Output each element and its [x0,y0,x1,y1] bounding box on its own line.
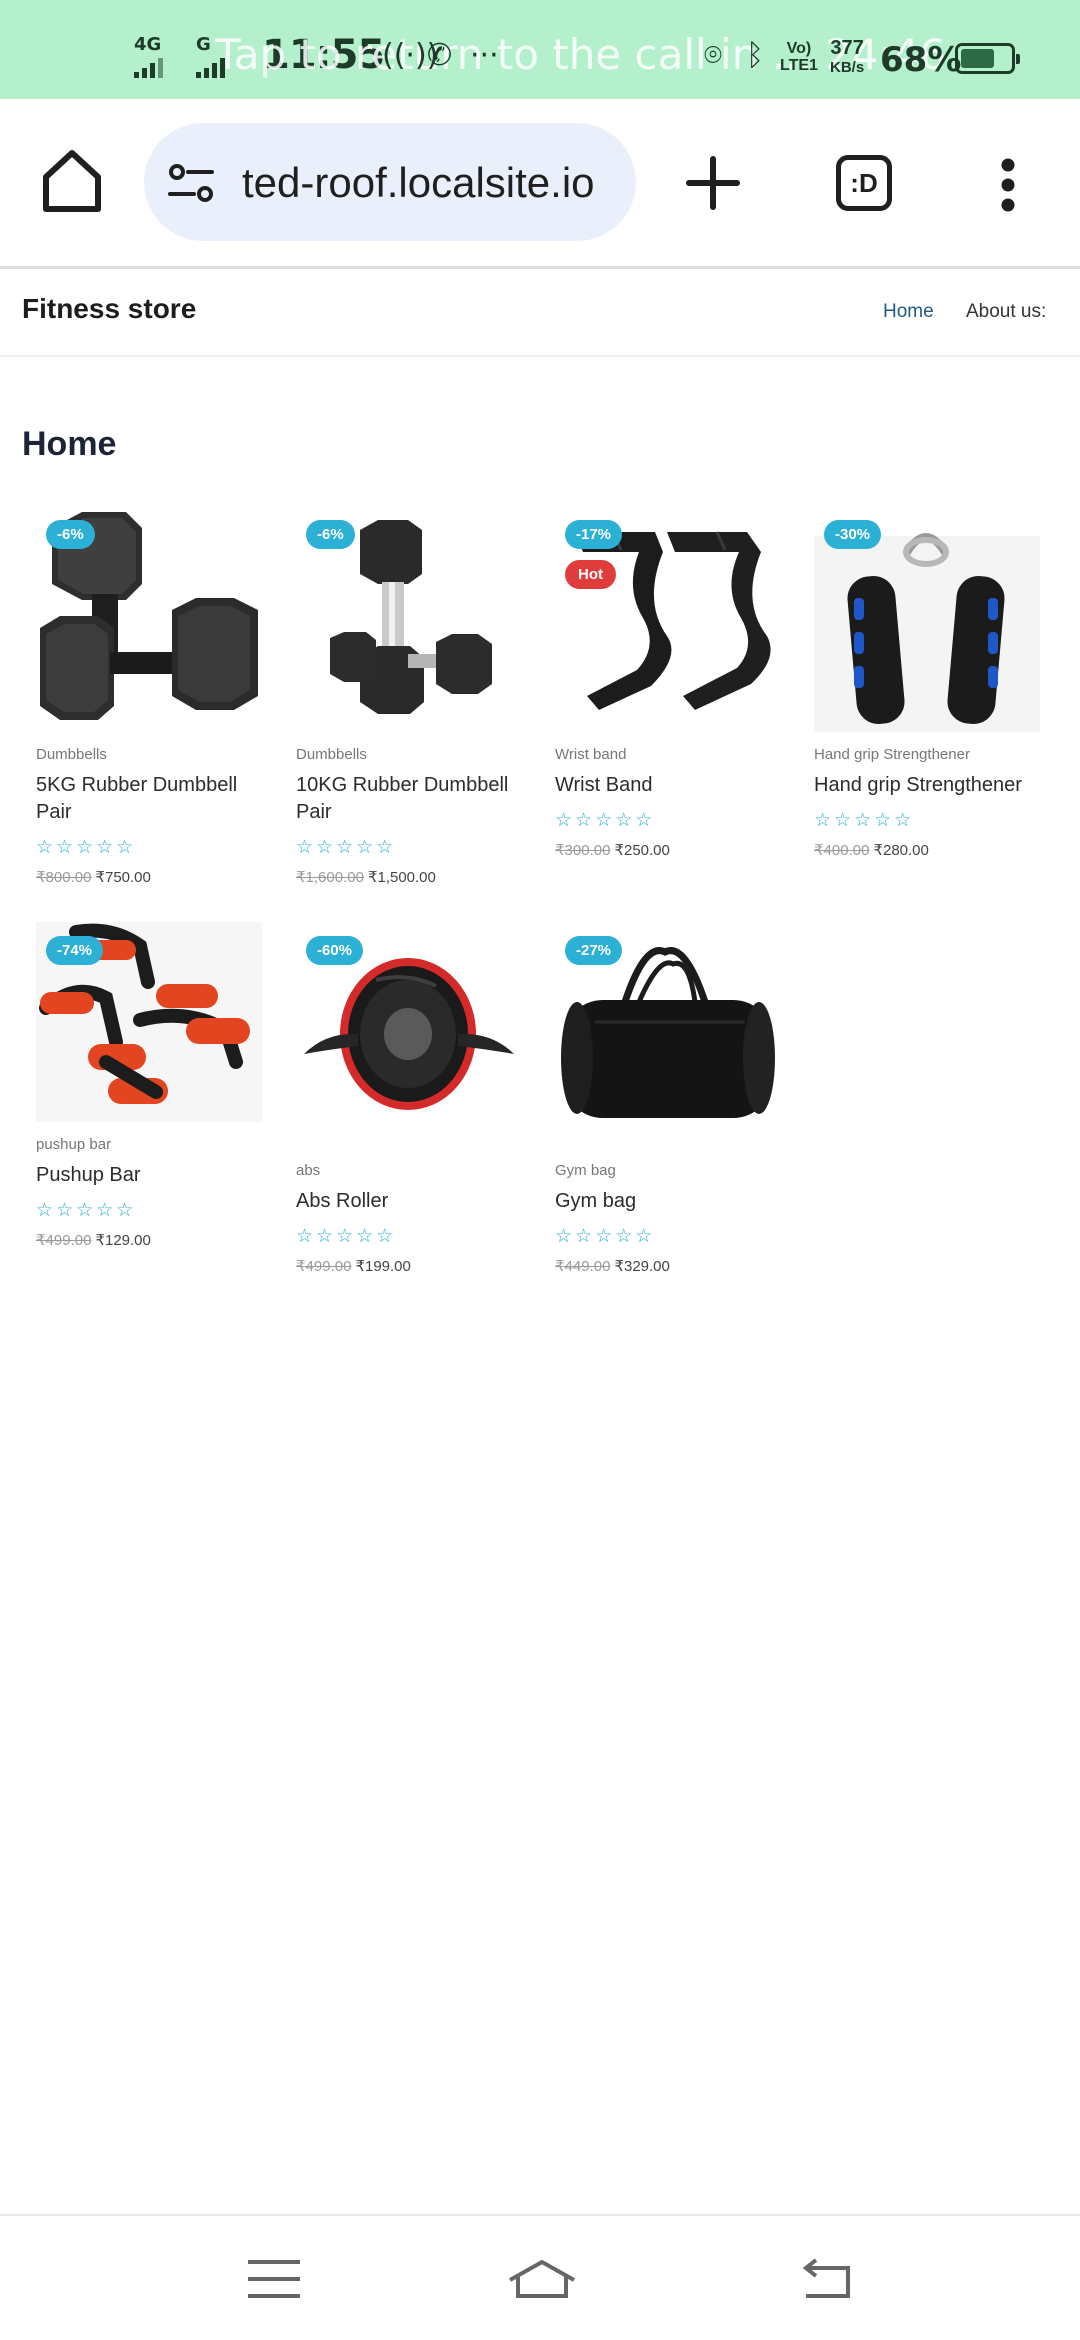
battery-percent: 68% [880,40,962,80]
rating-stars-icon: ☆☆☆☆☆ [555,809,656,831]
page-title: Home [22,425,117,463]
discount-badge: -17% [565,520,623,549]
old-price: ₹400.00 [814,842,870,859]
location-icon: ⌾ [704,38,722,73]
product-image[interactable]: -6% [296,506,522,732]
product-name[interactable]: 5KG Rubber Dumbbell Pair [36,772,276,826]
site-settings-icon[interactable] [168,163,214,203]
site-title[interactable]: Fitness store [22,293,196,325]
product-category[interactable]: Wrist band [555,746,795,763]
product-card[interactable]: -17% Hot Wrist band Wrist Band ☆☆☆☆☆ ₹30… [555,506,795,859]
nav-home-link[interactable]: Home [883,301,934,323]
recents-menu-icon[interactable] [244,2256,304,2302]
address-bar[interactable]: ted-roof.localsite.io [144,123,636,241]
product-category[interactable]: Dumbbells [36,746,276,763]
product-image[interactable]: -17% Hot [555,506,781,732]
back-nav-icon[interactable] [796,2256,856,2302]
old-price: ₹1,600.00 [296,869,364,886]
more-menu-icon[interactable] [1000,157,1016,213]
product-card[interactable]: -6% Dumbbells 10KG Rubber Dumbbell Pair … [296,506,536,886]
discount-badge: -30% [824,520,882,549]
home-nav-icon[interactable] [506,2256,578,2302]
product-price: ₹499.00 ₹129.00 [36,1231,276,1249]
old-price: ₹449.00 [555,1258,611,1275]
volte-indicator: Vo) LTE1 [780,40,818,74]
product-category[interactable]: Gym bag [555,1162,795,1179]
product-card[interactable]: -30% Hand grip Strengthener Hand grip St… [814,506,1054,859]
discount-badge: -27% [565,936,623,965]
nav-about-link[interactable]: About us: [966,301,1046,323]
product-image[interactable]: -6% [36,506,262,732]
rating-stars-icon: ☆☆☆☆☆ [296,1225,397,1247]
product-price: ₹300.00 ₹250.00 [555,841,795,859]
discount-badge: -74% [46,936,104,965]
product-card[interactable]: -74% pushup bar Pushup Bar ☆☆☆☆☆ ₹499.00… [36,922,276,1249]
discount-badge: -60% [306,936,364,965]
product-image[interactable]: -30% [814,506,1040,732]
product-name[interactable]: 10KG Rubber Dumbbell Pair [296,772,536,826]
browser-toolbar: ted-roof.localsite.io :D [0,99,1080,269]
sale-price: ₹129.00 [95,1232,151,1249]
sale-price: ₹1,500.00 [367,869,436,886]
discount-badge: -6% [306,520,355,549]
system-navigation-bar [0,2214,1080,2340]
new-tab-plus-icon[interactable] [685,155,741,211]
tab-switcher-icon[interactable]: :D [836,155,892,211]
product-category[interactable]: pushup bar [36,1136,276,1153]
more-notifications-icon: ··· [470,38,499,73]
network-speed: 377 KB/s [830,37,865,76]
discount-badge: -6% [46,520,95,549]
signal-bars-icon [134,56,163,78]
hot-badge: Hot [565,560,616,589]
home-icon[interactable] [40,147,104,215]
product-price: ₹499.00 ₹199.00 [296,1257,536,1275]
old-price: ₹499.00 [36,1232,92,1249]
battery-icon [955,43,1020,74]
product-image[interactable]: -60% [296,922,522,1148]
product-name[interactable]: Gym bag [555,1188,795,1215]
network-indicator-1: 4G [134,36,163,78]
rating-stars-icon: ☆☆☆☆☆ [36,836,137,858]
product-image[interactable]: -74% [36,922,262,1122]
product-card[interactable]: -27% Gym bag Gym bag ☆☆☆☆☆ ₹449.00 ₹329.0… [555,922,795,1275]
rating-stars-icon: ☆☆☆☆☆ [814,809,915,831]
sale-price: ₹280.00 [873,842,929,859]
sale-price: ₹199.00 [355,1258,411,1275]
sale-price: ₹750.00 [95,869,151,886]
url-text[interactable]: ted-roof.localsite.io [242,159,595,207]
product-price: ₹449.00 ₹329.00 [555,1257,795,1275]
sale-price: ₹329.00 [614,1258,670,1275]
old-price: ₹300.00 [555,842,611,859]
product-card[interactable]: -6% Dumbbells 5KG Rubber Dumbbell Pair ☆… [36,506,276,886]
product-name[interactable]: Pushup Bar [36,1162,276,1189]
product-price: ₹800.00 ₹750.00 [36,868,276,886]
product-card[interactable]: -60% abs Abs Roller ☆☆☆☆☆ ₹499.00 ₹199.00 [296,922,536,1275]
product-name[interactable]: Hand grip Strengthener [814,772,1054,799]
product-image[interactable]: -27% [555,922,781,1148]
rating-stars-icon: ☆☆☆☆☆ [296,836,397,858]
sale-price: ₹250.00 [614,842,670,859]
product-name[interactable]: Abs Roller [296,1188,536,1215]
phone-call-icon: ✆ [427,38,453,73]
site-header: Fitness store Home About us: [0,271,1080,357]
product-price: ₹1,600.00 ₹1,500.00 [296,868,536,886]
old-price: ₹499.00 [296,1258,352,1275]
product-name[interactable]: Wrist Band [555,772,795,799]
rating-stars-icon: ☆☆☆☆☆ [555,1225,656,1247]
product-category[interactable]: abs [296,1162,536,1179]
rating-stars-icon: ☆☆☆☆☆ [36,1199,137,1221]
product-category[interactable]: Dumbbells [296,746,536,763]
product-price: ₹400.00 ₹280.00 [814,841,1054,859]
status-bar: 4G G 11:55 Tap to return to the call in … [0,0,1080,99]
old-price: ₹800.00 [36,869,92,886]
bluetooth-icon: ᛒ [746,38,764,73]
product-category[interactable]: Hand grip Strengthener [814,746,1054,763]
